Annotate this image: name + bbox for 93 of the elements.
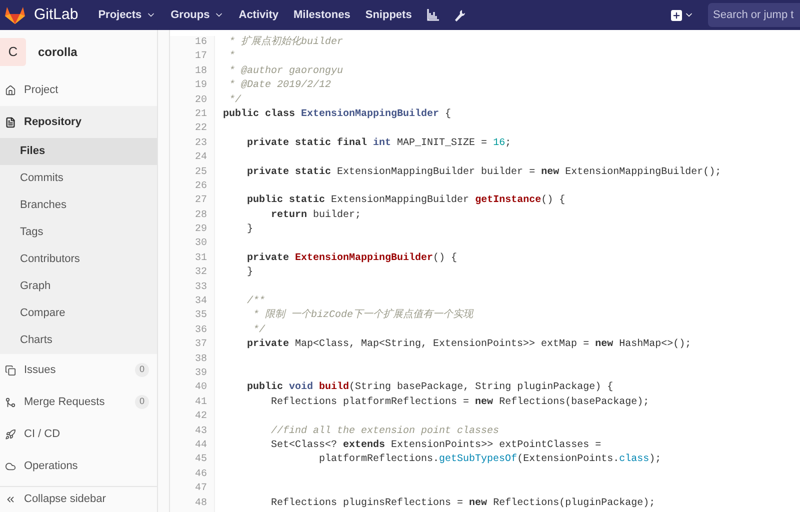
- code-line: }: [246, 266, 254, 280]
- sidebar-subitem[interactable]: Branches: [0, 192, 157, 219]
- code-line: * 限制 一个bizCode下一个扩展点值有一个实现: [252, 309, 474, 324]
- line-number[interactable]: 16: [194, 36, 207, 50]
- code-line: private ExtensionMappingBuilder() {: [246, 252, 458, 266]
- code-line: * @author gaorongyu: [228, 64, 344, 79]
- line-number[interactable]: 35: [194, 309, 207, 324]
- nav-link[interactable]: Milestones: [294, 6, 350, 24]
- bar-chart-icon[interactable]: [426, 9, 439, 21]
- line-number[interactable]: 40: [194, 381, 207, 396]
- code-line: }: [246, 223, 254, 238]
- search-field[interactable]: Search or jump t: [708, 3, 800, 27]
- line-number[interactable]: 25: [194, 166, 207, 180]
- count-badge: 0: [135, 363, 149, 377]
- nav-link[interactable]: Groups: [170, 6, 224, 24]
- line-number[interactable]: 20: [194, 94, 207, 108]
- code-line: */: [252, 324, 266, 338]
- code-line: public void build(String basePackage, String pluginPackage) {: [246, 381, 614, 396]
- sidebar-item-icon: [5, 460, 16, 472]
- code-line: private Map<Class, Map<String, ExtensionPoints>> extMap = new HashMap<>();: [246, 338, 692, 352]
- line-number[interactable]: 26: [194, 180, 207, 194]
- code-line: public class ExtensionMappingBuilder {: [223, 108, 452, 122]
- plus-square-icon: [671, 10, 682, 20]
- code-line: platformReflections.getSubTypesOf(ExtensionPoints.class);: [318, 453, 662, 468]
- sidebar-item-icon: [5, 428, 16, 440]
- count-badge: 0: [135, 395, 149, 409]
- sidebar-item-icon: [5, 84, 16, 96]
- line-number[interactable]: 41: [194, 396, 207, 410]
- sidebar-subitem[interactable]: Charts: [0, 327, 157, 354]
- line-number[interactable]: 32: [194, 266, 207, 281]
- fox-logo-icon[interactable]: [4, 5, 26, 25]
- line-number[interactable]: 24: [194, 151, 207, 166]
- wrench-icon[interactable]: [454, 8, 466, 22]
- line-number[interactable]: 42: [194, 410, 207, 425]
- line-number[interactable]: 19: [194, 79, 207, 94]
- line-number[interactable]: 44: [194, 438, 207, 454]
- code-line: Reflections platformReflections = new Reflections(basePackage);: [270, 396, 650, 410]
- sidebar-item-icon: [5, 116, 16, 128]
- line-number[interactable]: 22: [194, 122, 207, 137]
- line-number[interactable]: 37: [194, 338, 207, 353]
- sidebar-item[interactable]: Repository: [0, 106, 157, 138]
- line-number[interactable]: 36: [194, 324, 207, 338]
- sidebar-subitem[interactable]: Commits: [0, 165, 157, 192]
- project-name[interactable]: corolla: [38, 43, 78, 61]
- line-number[interactable]: 28: [194, 208, 207, 224]
- line-number[interactable]: 43: [194, 424, 207, 439]
- code-line: * 扩展点初始化builder: [228, 36, 344, 50]
- sidebar-subitem[interactable]: Compare: [0, 300, 157, 327]
- code-line: */: [228, 94, 242, 108]
- nav-link[interactable]: Snippets: [365, 6, 412, 24]
- line-number[interactable]: 46: [194, 468, 207, 482]
- code-line: return builder;: [270, 208, 362, 223]
- code-line: /**: [246, 295, 266, 309]
- line-number[interactable]: 34: [194, 295, 207, 310]
- line-number[interactable]: 27: [194, 194, 207, 209]
- code-line: *: [228, 50, 236, 64]
- double-chevron-left-icon: [5, 494, 16, 505]
- line-number[interactable]: 21: [194, 108, 207, 122]
- code-line: //find all the extension point classes: [270, 424, 500, 439]
- code-line: Set<Class<? extends ExtensionPoints>> extPointClasses =: [270, 438, 602, 453]
- sidebar-subitem[interactable]: Graph: [0, 273, 157, 300]
- sidebar-item[interactable]: Operations: [0, 450, 157, 482]
- sidebar-item[interactable]: Merge Requests 0: [0, 386, 157, 418]
- sidebar-item[interactable]: Issues 0: [0, 354, 157, 386]
- line-number[interactable]: 31: [194, 252, 207, 266]
- sidebar-item[interactable]: Project: [0, 74, 157, 106]
- sidebar-item-icon: [5, 396, 16, 408]
- brand-name[interactable]: GitLab: [34, 4, 78, 26]
- line-number[interactable]: 29: [194, 223, 207, 238]
- code-line: * @Date 2019/2/12: [228, 79, 332, 94]
- new-menu-button[interactable]: [671, 10, 694, 20]
- sidebar-item-icon: [5, 364, 16, 376]
- code-line: private static final int MAP_INIT_SIZE = 16;: [246, 136, 512, 151]
- sidebar-item[interactable]: CI / CD: [0, 418, 157, 450]
- line-number[interactable]: 30: [194, 237, 207, 252]
- line-number[interactable]: 33: [194, 280, 207, 296]
- code-line: private static ExtensionMappingBuilder builder = new ExtensionMappingBuilder();: [246, 166, 722, 180]
- line-number[interactable]: 48: [194, 496, 207, 511]
- sidebar-subitem[interactable]: Files: [0, 138, 157, 165]
- nav-link[interactable]: Projects: [98, 6, 156, 24]
- sidebar-subitem[interactable]: Contributors: [0, 246, 157, 273]
- line-number[interactable]: 45: [194, 453, 207, 468]
- code-line: Reflections pluginsReflections = new Reflections(pluginPackage);: [270, 496, 656, 510]
- line-number[interactable]: 17: [194, 50, 207, 65]
- code-line: public static ExtensionMappingBuilder getInstance() {: [246, 194, 566, 208]
- line-number[interactable]: 23: [194, 136, 207, 152]
- line-number[interactable]: 38: [194, 352, 207, 367]
- nav-link[interactable]: Activity: [238, 6, 278, 24]
- sidebar-subitem[interactable]: Tags: [0, 219, 157, 246]
- line-number[interactable]: 47: [194, 482, 207, 496]
- line-number[interactable]: 39: [194, 366, 207, 382]
- project-avatar: C: [0, 38, 26, 66]
- line-number[interactable]: 18: [194, 64, 207, 80]
